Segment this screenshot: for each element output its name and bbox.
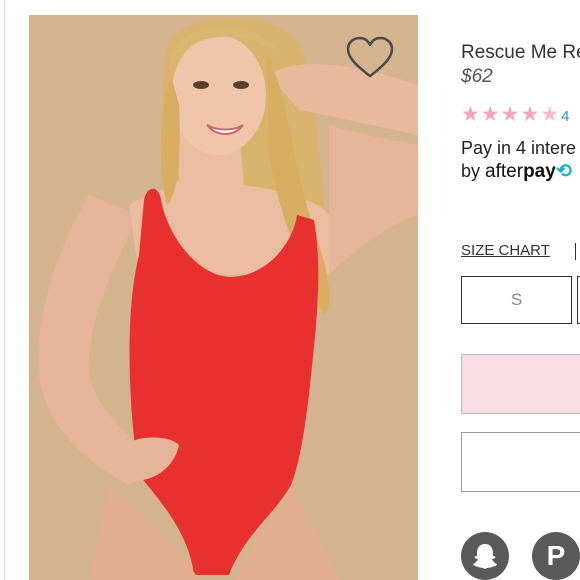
snapchat-icon	[473, 544, 497, 569]
star-icon: ★	[520, 103, 540, 126]
star-half-icon: ★	[540, 103, 560, 126]
star-icon: ★	[461, 103, 480, 126]
afterpay-logo-bold: pay	[523, 161, 556, 182]
product-image[interactable]	[29, 15, 418, 580]
product-price: $62	[461, 66, 493, 87]
page-left-border	[4, 0, 5, 580]
heart-icon[interactable]	[345, 36, 395, 80]
afterpay-arrow-icon: ⟲	[555, 161, 572, 182]
size-option-s[interactable]: S	[461, 276, 572, 324]
add-to-bag-button[interactable]	[461, 354, 580, 414]
divider	[575, 243, 576, 260]
star-icon: ★	[500, 103, 520, 126]
pinterest-share-button[interactable]: P	[532, 532, 580, 580]
afterpay-logo-light: after	[485, 161, 524, 182]
afterpay-line[interactable]: by afterpay⟲	[461, 160, 572, 183]
size-option-label: S	[510, 290, 523, 309]
star-icon: ★	[480, 103, 500, 126]
snapchat-share-button[interactable]	[461, 532, 509, 580]
product-title: Rescue Me Re	[461, 42, 580, 63]
review-count-link[interactable]: 4	[561, 108, 569, 125]
model-illustration	[29, 15, 418, 580]
afterpay-logo: afterpay⟲	[485, 161, 572, 182]
pinterest-icon: P	[546, 540, 566, 571]
secondary-button[interactable]	[461, 432, 580, 492]
installment-text: Pay in 4 intere	[461, 138, 577, 158]
size-chart-link[interactable]: SIZE CHART	[461, 242, 550, 259]
afterpay-prefix: by	[461, 161, 481, 181]
rating-stars[interactable]: ★★★★★ 4	[461, 104, 569, 126]
